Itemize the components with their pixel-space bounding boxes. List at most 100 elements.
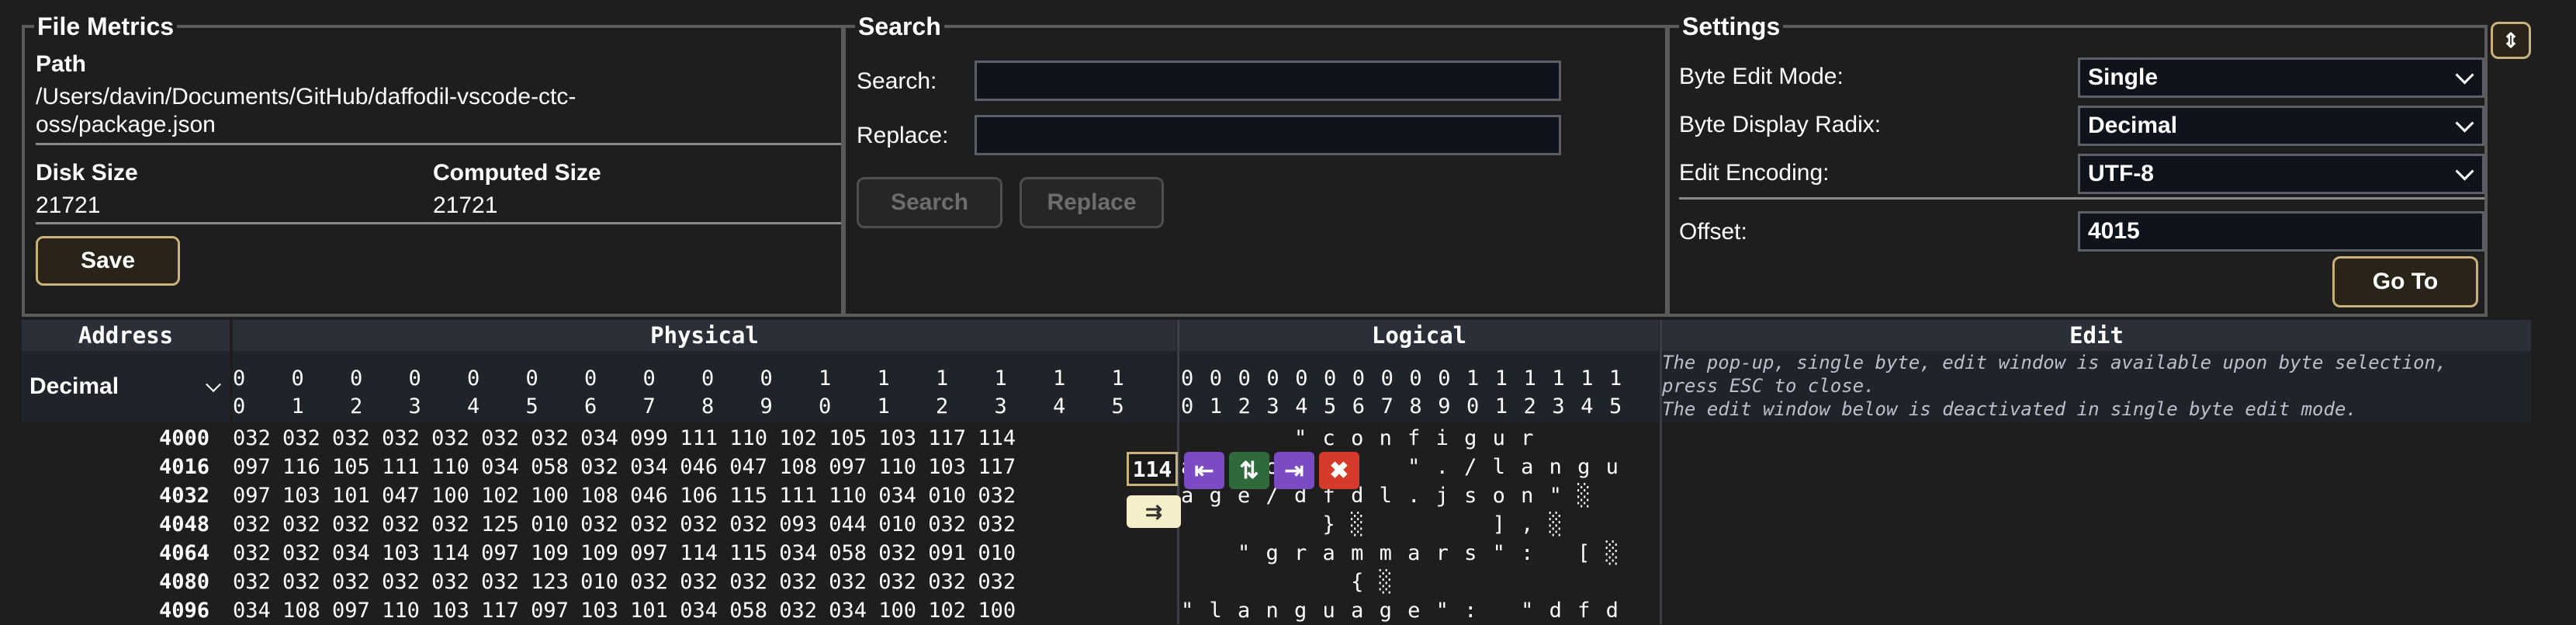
edit-note-line3: The edit window below is deactivated in … <box>1662 398 2357 420</box>
logical-chars-row[interactable]: " l a n g u a g e " : " d f d <box>1181 596 1620 625</box>
byte-display-radix-label: Byte Display Radix: <box>1679 112 1882 137</box>
address-cell: 4016 <box>158 455 209 479</box>
logical-column-index: 14 <box>1581 366 1594 418</box>
offset-input[interactable]: 4015 <box>2078 211 2484 252</box>
physical-bytes-row[interactable]: 034 108 097 110 103 117 097 103 101 034 … <box>233 596 1016 625</box>
physical-header: Physical <box>233 320 1176 351</box>
address-cell: 4000 <box>158 426 209 450</box>
byte-display-radix-select[interactable]: Decimal <box>2078 106 2484 146</box>
computed-size-label: Computed Size <box>433 160 601 186</box>
search-panel: Search Search: Replace: Search Replace <box>843 12 1668 317</box>
byte-display-radix-value: Decimal <box>2088 113 2178 138</box>
physical-column-index: 07 <box>642 366 656 418</box>
file-metrics-title: File Metrics <box>34 12 178 40</box>
search-button[interactable]: Search <box>857 177 1002 228</box>
save-button[interactable]: Save <box>36 236 180 286</box>
logical-column-index: 07 <box>1380 366 1394 418</box>
logical-column-index: 05 <box>1324 366 1337 418</box>
physical-column-index: 04 <box>467 366 480 418</box>
physical-bytes-row[interactable]: 097 116 105 111 110 034 058 032 034 046 … <box>233 453 1016 481</box>
path-label: Path <box>36 51 87 77</box>
replace-button[interactable]: Replace <box>1020 177 1164 228</box>
address-radix-value: Decimal <box>29 373 119 399</box>
offset-label: Offset: <box>1679 219 1747 245</box>
physical-column-index: 01 <box>291 366 304 418</box>
address-cell: 4096 <box>158 599 209 623</box>
chevron-down-icon <box>2455 65 2474 85</box>
replace-label: Replace: <box>857 123 949 148</box>
address-radix-select[interactable]: Decimal <box>22 365 230 408</box>
collapse-toggle-icon[interactable]: ⇕ <box>2491 22 2531 59</box>
physical-bytes-row[interactable]: 032 032 032 032 032 032 032 034 099 111 … <box>233 424 1016 453</box>
physical-column-index: 12 <box>936 366 949 418</box>
logical-column-index: 15 <box>1609 366 1622 418</box>
chevron-down-icon <box>2455 113 2474 133</box>
byte-edit-mode-label: Byte Edit Mode: <box>1679 64 1844 89</box>
physical-column-index: 14 <box>1053 366 1066 418</box>
insert-after-icon[interactable]: ⇥ <box>1274 452 1314 489</box>
logical-column-index: 12 <box>1523 366 1536 418</box>
edit-encoding-value: UTF-8 <box>2088 161 2154 186</box>
byte-edit-input[interactable]: 114 <box>1127 452 1178 486</box>
physical-bytes-row[interactable]: 097 103 101 047 100 102 100 108 046 106 … <box>233 481 1016 510</box>
file-metrics-panel: File Metrics Path /Users/davin/Documents… <box>22 12 844 317</box>
disk-size-label: Disk Size <box>36 160 138 186</box>
logical-chars-row[interactable]: " c o n f i g u r <box>1181 424 1535 453</box>
address-header: Address <box>22 320 230 351</box>
logical-chars-row[interactable]: } ░ ] , ░ <box>1181 510 1563 539</box>
column-separator <box>1660 320 1662 624</box>
insert-before-icon[interactable]: ⇤ <box>1184 452 1224 489</box>
search-label: Search: <box>857 68 937 94</box>
edit-note-line1: The pop-up, single byte, edit window is … <box>1662 352 2447 373</box>
logical-column-index: 10 <box>1466 366 1480 418</box>
commit-byte-icon[interactable]: ⇉ <box>1127 495 1181 528</box>
go-to-button[interactable]: Go To <box>2332 256 2478 307</box>
physical-column-index: 08 <box>701 366 715 418</box>
logical-header: Logical <box>1179 320 1659 351</box>
edit-encoding-select[interactable]: UTF-8 <box>2078 154 2484 194</box>
physical-bytes-row[interactable]: 032 032 032 032 032 032 123 010 032 032 … <box>233 568 1016 596</box>
edit-encoding-label: Edit Encoding: <box>1679 160 1830 186</box>
physical-column-index: 02 <box>350 366 363 418</box>
byte-edit-mode-select[interactable]: Single <box>2078 57 2484 98</box>
logical-chars-row[interactable]: " g r a m m a r s " : [ ░ <box>1181 539 1620 568</box>
size-divider <box>36 222 841 224</box>
swap-byte-icon[interactable]: ⇅ <box>1229 452 1269 489</box>
physical-column-index: 05 <box>525 366 538 418</box>
address-cell: 4064 <box>158 541 209 565</box>
logical-chars-row[interactable]: { ░ <box>1181 568 1394 596</box>
physical-column-index: 00 <box>233 366 246 418</box>
physical-column-index: 03 <box>408 366 421 418</box>
delete-byte-icon[interactable]: ✖ <box>1319 452 1359 489</box>
chevron-down-icon <box>2455 161 2474 181</box>
physical-bytes-row[interactable]: 032 032 034 103 114 097 109 109 097 114 … <box>233 539 1016 568</box>
address-cell: 4032 <box>158 484 209 508</box>
settings-panel: Settings Byte Edit Mode: Single Byte Dis… <box>1667 12 2488 317</box>
replace-input[interactable] <box>975 115 1561 155</box>
settings-divider <box>1679 197 2484 200</box>
physical-column-index: 09 <box>760 366 773 418</box>
logical-column-index: 06 <box>1352 366 1366 418</box>
byte-edit-mode-value: Single <box>2088 64 2159 90</box>
logical-column-index: 13 <box>1552 366 1565 418</box>
edit-header: Edit <box>1662 320 2531 351</box>
chevron-down-icon <box>206 377 221 393</box>
logical-column-index: 03 <box>1266 366 1279 418</box>
logical-column-index: 02 <box>1238 366 1251 418</box>
physical-column-index: 10 <box>819 366 832 418</box>
logical-column-index: 01 <box>1209 366 1223 418</box>
path-value-line1: /Users/davin/Documents/GitHub/daffodil-v… <box>36 84 576 109</box>
search-input[interactable] <box>975 61 1561 101</box>
computed-size-value: 21721 <box>433 193 498 218</box>
address-cell: 4048 <box>158 512 209 536</box>
physical-bytes-row[interactable]: 032 032 032 032 032 125 010 032 032 032 … <box>233 510 1016 539</box>
physical-column-index: 11 <box>877 366 890 418</box>
physical-column-index: 06 <box>584 366 597 418</box>
logical-column-index: 04 <box>1295 366 1308 418</box>
path-value-line2: oss/package.json <box>36 112 216 137</box>
address-cell: 4080 <box>158 570 209 594</box>
logical-column-index: 08 <box>1409 366 1422 418</box>
physical-column-index: 13 <box>994 366 1007 418</box>
edit-note-line2: press ESC to close. <box>1662 375 1875 397</box>
path-divider <box>36 143 841 145</box>
